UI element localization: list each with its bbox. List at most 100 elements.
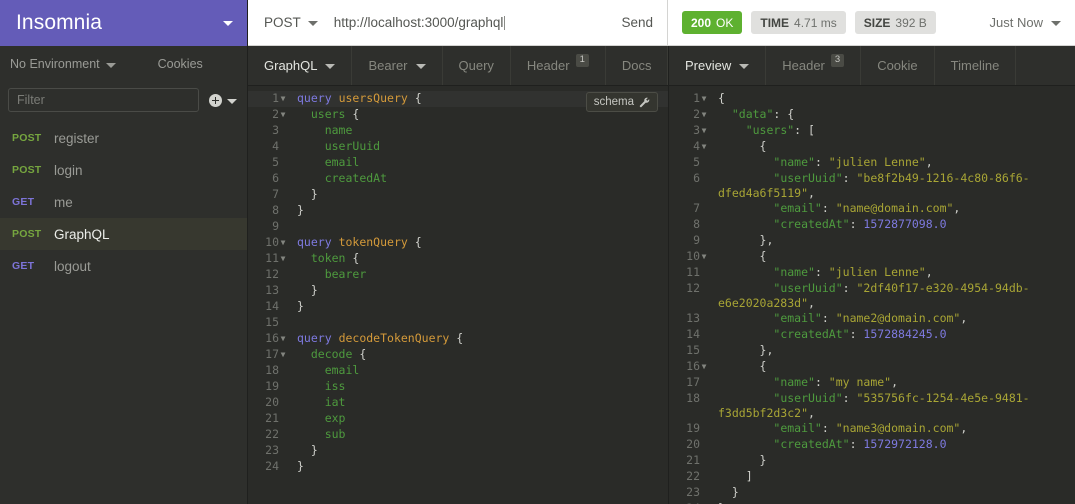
fold-toggle-icon[interactable]: ▼ [700,123,708,138]
fold-toggle-icon[interactable]: ▼ [279,251,287,266]
response-tab-timeline[interactable]: Timeline [935,46,1017,85]
workspace-header[interactable]: Insomnia [0,0,247,46]
code-line-text: token { [290,251,668,266]
url-input[interactable]: http://localhost:3000/graphql [334,15,610,30]
line-number: 14▼ [669,327,711,343]
code-token: : [814,375,829,389]
code-line-text: "name": "julien Lenne", [711,265,1075,280]
chevron-down-icon[interactable] [325,64,336,69]
environment-selector-label[interactable]: No Environment [10,57,100,71]
code-line-text: email [290,155,668,170]
chevron-down-icon[interactable] [105,62,116,68]
response-preview[interactable]: 1▼{2▼ "data": {3▼ "users": [4▼ {5▼ "name… [669,86,1075,504]
code-line-text: "userUuid": "be8f2b49-1216-4c80-86f6-dfe… [711,171,1075,201]
graphql-editor[interactable]: 1▼query usersQuery {2▼ users {3▼ name4▼ … [248,86,668,504]
filter-input[interactable] [8,88,199,112]
request-name-label: register [54,130,100,146]
request-tab-query[interactable]: Query [443,46,511,85]
url-bar: POST http://localhost:3000/graphql Send [248,0,668,45]
line-number: 21▼ [248,411,290,427]
time-badge: TIME 4.71 ms [751,11,846,34]
chevron-down-icon[interactable] [739,64,750,69]
fold-toggle-icon[interactable]: ▼ [700,359,708,374]
fold-spacer: ▼ [700,375,708,390]
chevron-down-icon[interactable] [415,64,426,69]
fold-toggle-icon[interactable]: ▼ [279,91,287,106]
response-tab-preview[interactable]: Preview [669,46,767,85]
schema-button-label: schema [593,96,634,108]
code-line-text: { [711,359,1075,374]
code-line-text: iss [290,379,668,394]
request-method-label: GET [12,196,35,208]
fold-toggle-icon[interactable]: ▼ [700,139,708,154]
code-line: 3 ▼ "users": [ [669,123,1075,139]
fold-toggle-icon[interactable]: ▼ [279,331,287,346]
code-line: 20▼ iat [248,395,668,411]
code-line-text: } [711,485,1075,500]
fold-spacer: ▼ [700,311,708,326]
response-json[interactable]: 1▼{2▼ "data": {3▼ "users": [4▼ {5▼ "name… [669,91,1075,504]
request-list-item[interactable]: GET logout [0,250,247,282]
request-list-item[interactable]: POST login [0,154,247,186]
tab-count-badge: 3 [830,54,845,67]
code-token: token [310,251,346,265]
code-line: 6▼ createdAt [248,171,668,187]
fold-toggle-icon[interactable]: ▼ [279,347,287,362]
cookies-button[interactable]: Cookies [158,57,203,71]
response-pane: Preview Header 3 Cookie Timeline 1 ▼ {2 ▼ "data… [669,46,1075,504]
request-tab-docs[interactable]: Docs [606,46,669,85]
code-token: 1572877098.0 [863,217,947,231]
code-line: 23▼ } [248,443,668,459]
request-pane: GraphQL Bearer Query Header 1 Docs 1 ▼ query us… [248,46,669,504]
code-token: "userUuid" [773,391,843,405]
code-line-text: query tokenQuery { [290,235,668,250]
request-tab-graphql[interactable]: GraphQL [248,46,353,85]
code-line-text: "createdAt": 1572877098.0 [711,217,1075,232]
code-line: 10 ▼ { [669,249,1075,265]
chevron-down-icon[interactable] [307,21,318,26]
fold-spacer: ▼ [279,443,287,458]
request-tab-bearer[interactable]: Bearer [352,46,443,85]
line-number: 17▼ [265,347,287,362]
chevron-down-icon[interactable] [223,20,233,26]
code-token: sub [324,427,346,441]
add-request-group[interactable] [209,93,237,107]
request-list-item[interactable]: POST register [0,122,247,154]
main-area: POST http://localhost:3000/graphql Send … [248,0,1075,504]
fold-toggle-icon[interactable]: ▼ [279,235,287,250]
request-list-item[interactable]: POST GraphQL [0,218,247,250]
code-line: 7▼ } [248,187,668,203]
line-number: 3▼ [693,123,708,138]
code-token: name [324,123,353,137]
fold-spacer: ▼ [279,155,287,170]
request-list-item[interactable]: GET me [0,186,247,218]
plus-icon[interactable] [209,93,222,107]
send-button[interactable]: Send [609,15,653,30]
fold-toggle-icon[interactable]: ▼ [279,107,287,122]
response-tab-header[interactable]: Header 3 [766,46,862,85]
request-tab-header[interactable]: Header 1 [511,46,606,85]
code-token: { [718,249,767,263]
code-token: query [297,235,332,249]
code-token: { [407,235,422,249]
code-token: : [814,155,829,169]
response-history-dropdown[interactable]: Just Now [990,15,1061,30]
schema-button[interactable]: schema [585,92,658,112]
chevron-down-icon[interactable] [227,98,237,104]
code-token: } [297,283,318,297]
fold-toggle-icon[interactable]: ▼ [700,249,708,264]
fold-toggle-icon[interactable]: ▼ [700,107,708,122]
code-line: 11▼ "name": "julien Lenne", [669,265,1075,281]
response-tab-cookie[interactable]: Cookie [861,46,935,85]
code-line: 11 ▼ token { [248,251,668,267]
graphql-code[interactable]: 1▼query usersQuery {2▼ users {3▼ name4▼ … [248,91,668,475]
method-selector-label[interactable]: POST [264,15,301,30]
code-token: iss [324,379,346,393]
code-token: : [ [794,123,815,137]
fold-toggle-icon[interactable]: ▼ [700,91,708,106]
code-token: query [297,331,332,345]
chevron-down-icon[interactable] [1051,21,1061,26]
